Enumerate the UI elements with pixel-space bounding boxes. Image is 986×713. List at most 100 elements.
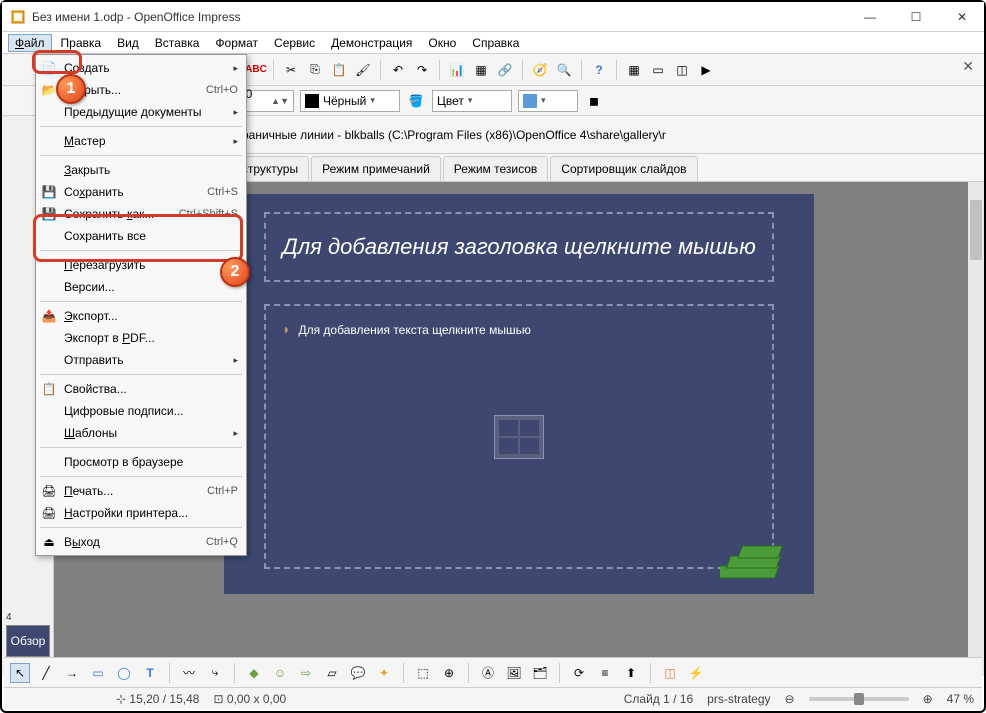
menu-versions[interactable]: Версии... xyxy=(36,276,246,298)
app-icon xyxy=(10,9,26,25)
maximize-button[interactable]: ☐ xyxy=(902,6,930,28)
layout-icon[interactable]: ◫ xyxy=(672,60,692,80)
menu-edit[interactable]: Правка xyxy=(54,34,109,52)
callout-icon[interactable]: 💬 xyxy=(348,663,368,683)
help-icon[interactable]: ? xyxy=(589,60,609,80)
text-icon[interactable]: T xyxy=(140,663,160,683)
menu-slideshow[interactable]: Демонстрация xyxy=(324,34,419,52)
statusbar: ⊹ 15,20 / 15,48 ⊡ 0,00 x 0,00 Слайд 1 / … xyxy=(4,687,982,709)
rect-icon[interactable]: ▭ xyxy=(88,663,108,683)
glue-icon[interactable]: ⊕ xyxy=(439,663,459,683)
arrow-icon[interactable]: → xyxy=(62,663,82,683)
points-icon[interactable]: ⬚ xyxy=(413,663,433,683)
brush-icon[interactable]: 🖌 xyxy=(353,60,373,80)
copy-icon[interactable]: ⎘ xyxy=(305,60,325,80)
symbol-shapes-icon[interactable]: ☺ xyxy=(270,663,290,683)
menu-recent[interactable]: Предыдущие документы▸ xyxy=(36,101,246,123)
hyperlink-icon[interactable]: 🔗 xyxy=(495,60,515,80)
file-menu-dropdown: 📄Создать▸ 📂Открыть...Ctrl+O Предыдущие д… xyxy=(35,54,247,556)
content-type-icons[interactable] xyxy=(494,415,544,459)
menu-tools[interactable]: Сервис xyxy=(267,34,322,52)
fontwork-icon[interactable]: Ⓐ xyxy=(478,663,498,683)
flowchart-icon[interactable]: ▱ xyxy=(322,663,342,683)
zoom-in-icon[interactable]: ⊕ xyxy=(923,692,933,706)
interaction-icon[interactable]: ⚡ xyxy=(686,663,706,683)
shadow-icon[interactable]: ◼ xyxy=(584,91,604,111)
slide[interactable]: Для добавления заголовка щелкните мышью … xyxy=(224,194,814,594)
menu-templates[interactable]: Шаблоны▸ xyxy=(36,422,246,444)
menu-exit[interactable]: ⏏ВыходCtrl+Q xyxy=(36,531,246,553)
zoom-out-icon[interactable]: ⊖ xyxy=(785,692,795,706)
menu-saveall[interactable]: Сохранить все xyxy=(36,225,246,247)
align-icon[interactable]: ≡ xyxy=(595,663,615,683)
navigator-icon[interactable]: 🧭 xyxy=(530,60,550,80)
menu-exportpdf[interactable]: Экспорт в PDF... xyxy=(36,327,246,349)
menu-file[interactable]: Файл xyxy=(8,34,52,52)
grid-icon[interactable]: ▦ xyxy=(624,60,644,80)
pointer-icon[interactable]: ↖ xyxy=(10,663,30,683)
presentation-icon[interactable]: ▶ xyxy=(696,60,716,80)
menu-printersettings[interactable]: 🖨Настройки принтера... xyxy=(36,502,246,524)
menu-insert[interactable]: Вставка xyxy=(148,34,207,52)
drawing-toolbar: ↖ ╱ → ▭ ◯ T 〰 ⤷ ◆ ☺ ⇨ ▱ 💬 ✦ ⬚ ⊕ Ⓐ 🖼 🗂 ⟳ … xyxy=(4,657,982,687)
connector-icon[interactable]: ⤷ xyxy=(205,663,225,683)
arrange-icon[interactable]: ⬆ xyxy=(621,663,641,683)
fill-bucket-icon[interactable]: 🪣 xyxy=(406,91,426,111)
menu-window[interactable]: Окно xyxy=(421,34,463,52)
rotate-icon[interactable]: ⟳ xyxy=(569,663,589,683)
window-title: Без имени 1.odp - OpenOffice Impress xyxy=(32,10,856,24)
vertical-scrollbar[interactable] xyxy=(968,182,984,676)
tab-sorter[interactable]: Сортировщик слайдов xyxy=(550,156,697,181)
menu-close[interactable]: Закрыть xyxy=(36,159,246,181)
menu-format[interactable]: Формат xyxy=(208,34,265,52)
curve-icon[interactable]: 〰 xyxy=(179,663,199,683)
zoom-value[interactable]: 47 % xyxy=(947,692,974,706)
slide-thumb-4[interactable]: 4 Обзор xyxy=(6,612,49,657)
extrusion-icon[interactable]: ◫ xyxy=(660,663,680,683)
menu-props[interactable]: 📋Свойства... xyxy=(36,378,246,400)
status-template: prs-strategy xyxy=(707,692,770,706)
block-arrows-icon[interactable]: ⇨ xyxy=(296,663,316,683)
fill-type-dropdown[interactable]: Цвет▾ xyxy=(432,90,512,112)
doc-close-icon[interactable]: ✕ xyxy=(962,58,974,75)
menu-wizard[interactable]: Мастер▸ xyxy=(36,130,246,152)
ellipse-icon[interactable]: ◯ xyxy=(114,663,134,683)
table-icon[interactable]: ▦ xyxy=(471,60,491,80)
from-file-icon[interactable]: 🖼 xyxy=(504,663,524,683)
minimize-button[interactable]: — xyxy=(856,6,884,28)
slide-body-placeholder[interactable]: ◗Для добавления текста щелкните мышью xyxy=(264,304,774,569)
slide-clipart xyxy=(720,536,800,586)
fill-color-dropdown[interactable]: ▾ xyxy=(518,90,578,112)
stars-icon[interactable]: ✦ xyxy=(374,663,394,683)
menu-view[interactable]: Вид xyxy=(110,34,146,52)
basic-shapes-icon[interactable]: ◆ xyxy=(244,663,264,683)
redo-icon[interactable]: ↷ xyxy=(412,60,432,80)
line-icon[interactable]: ╱ xyxy=(36,663,56,683)
slide-title-placeholder[interactable]: Для добавления заголовка щелкните мышью xyxy=(264,212,774,282)
gallery-icon[interactable]: 🗂 xyxy=(530,663,550,683)
menu-digsig[interactable]: Цифровые подписи... xyxy=(36,400,246,422)
paste-icon[interactable]: 📋 xyxy=(329,60,349,80)
cut-icon[interactable]: ✂ xyxy=(281,60,301,80)
menu-export[interactable]: 📤Экспорт... xyxy=(36,305,246,327)
undo-icon[interactable]: ↶ xyxy=(388,60,408,80)
menu-print[interactable]: 🖨Печать...Ctrl+P xyxy=(36,480,246,502)
menubar: Файл Правка Вид Вставка Формат Сервис Де… xyxy=(2,32,984,54)
menu-help[interactable]: Справка xyxy=(465,34,526,52)
menu-send[interactable]: Отправить▸ xyxy=(36,349,246,371)
menu-saveas[interactable]: 💾Сохранить как...Ctrl+Shift+S xyxy=(36,203,246,225)
slide-icon[interactable]: ▭ xyxy=(648,60,668,80)
line-color-dropdown[interactable]: Чёрный▾ xyxy=(300,90,400,112)
annotation-badge-2: 2 xyxy=(220,257,250,287)
status-cursor-pos: ⊹ 15,20 / 15,48 xyxy=(116,692,199,706)
chart-icon[interactable]: 📊 xyxy=(447,60,467,80)
autospell-icon[interactable]: ABC xyxy=(246,60,266,80)
close-button[interactable]: ✕ xyxy=(948,6,976,28)
menu-save[interactable]: 💾СохранитьCtrl+S xyxy=(36,181,246,203)
zoom-slider[interactable] xyxy=(809,697,909,701)
menu-reload[interactable]: Перезагрузить xyxy=(36,254,246,276)
zoom-icon[interactable]: 🔍 xyxy=(554,60,574,80)
tab-handout[interactable]: Режим тезисов xyxy=(443,156,549,181)
menu-browser[interactable]: Просмотр в браузере xyxy=(36,451,246,473)
tab-notes[interactable]: Режим примечаний xyxy=(311,156,441,181)
